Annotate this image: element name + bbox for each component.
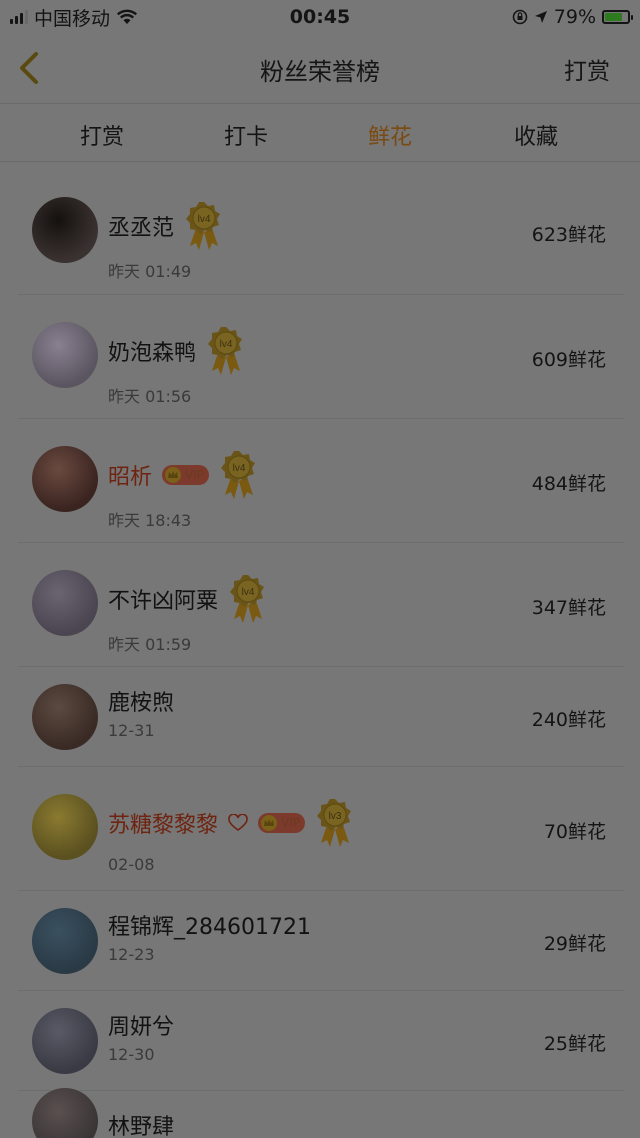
battery-level xyxy=(605,13,623,21)
flower-count: 609鲜花 xyxy=(531,349,606,371)
timestamp: 02-08 xyxy=(108,855,155,874)
orientation-lock-icon xyxy=(512,9,528,25)
nav-bar: 粉丝荣誉榜 打赏 xyxy=(0,34,640,104)
name-line: 林野肆 xyxy=(108,1109,174,1138)
fan-name[interactable]: 鹿桉煦 xyxy=(108,685,174,717)
timestamp: 昨天 01:56 xyxy=(108,387,192,406)
fan-name[interactable]: 林野肆 xyxy=(108,1109,174,1138)
level-medal-icon: lv3 xyxy=(317,799,351,847)
timestamp: 昨天 01:59 xyxy=(108,635,192,654)
fan-name[interactable]: 程锦辉_284601721 xyxy=(108,909,311,941)
fan-row[interactable]: 苏糖黎黎黎 VIP lv3 02-08 70鲜花 xyxy=(18,766,624,890)
avatar[interactable] xyxy=(32,684,98,750)
tab-tip[interactable]: 打赏 xyxy=(80,119,124,151)
battery-icon xyxy=(602,10,633,24)
avatar[interactable] xyxy=(32,908,98,974)
medal-level-label: lv4 xyxy=(198,214,211,225)
fan-list: 丞丞范 lv4 昨天 01:49 623鲜花奶泡森鸭 lv4 昨天 01:56 60… xyxy=(18,170,624,1138)
name-line: 周妍兮 xyxy=(108,1009,174,1041)
location-icon xyxy=(534,11,547,23)
crown-icon xyxy=(165,467,182,483)
medal-level-label: lv4 xyxy=(242,587,255,598)
heart-icon xyxy=(228,814,248,831)
fan-name[interactable]: 昭析 xyxy=(108,459,152,491)
carrier-label: 中国移动 xyxy=(34,7,111,30)
vip-label: VIP xyxy=(185,468,204,482)
status-bar: 中国移动 00:45 79% xyxy=(0,0,640,34)
avatar[interactable] xyxy=(32,794,98,860)
fan-row[interactable]: 奶泡森鸭 lv4 昨天 01:56 609鲜花 xyxy=(18,294,624,418)
flower-count: 25鲜花 xyxy=(543,1033,606,1055)
name-line: 丞丞范 lv4 xyxy=(108,200,224,252)
vip-label: VIP xyxy=(281,816,300,830)
level-medal-icon: lv4 xyxy=(221,451,255,499)
tab-flowers[interactable]: 鲜花 xyxy=(368,119,412,151)
avatar[interactable] xyxy=(32,570,98,636)
fan-row[interactable]: 林野肆 xyxy=(18,1088,624,1138)
name-line: 不许凶阿粟 lv4 xyxy=(108,573,268,625)
medal-level-label: lv4 xyxy=(233,463,246,474)
flower-count: 70鲜花 xyxy=(543,821,606,843)
fan-row[interactable]: 不许凶阿粟 lv4 昨天 01:59 347鲜花 xyxy=(18,542,624,666)
fan-name[interactable]: 苏糖黎黎黎 xyxy=(108,807,218,839)
tab-collect[interactable]: 收藏 xyxy=(514,119,558,151)
name-line: 苏糖黎黎黎 VIP lv3 xyxy=(108,797,355,849)
fan-row[interactable]: 程锦辉_284601721 12-23 29鲜花 xyxy=(18,890,624,990)
name-line: 奶泡森鸭 lv4 xyxy=(108,325,246,377)
flower-count: 29鲜花 xyxy=(543,933,606,955)
timestamp: 12-30 xyxy=(108,1045,155,1064)
level-medal-icon: lv4 xyxy=(186,202,221,250)
name-line: 程锦辉_284601721 xyxy=(108,909,311,941)
vip-badge: VIP xyxy=(162,465,209,485)
flower-count: 623鲜花 xyxy=(531,224,606,246)
status-right: 79% xyxy=(512,6,633,28)
medal-level-label: lv4 xyxy=(220,339,233,350)
timestamp: 12-23 xyxy=(108,945,155,964)
avatar[interactable] xyxy=(32,322,98,388)
fan-name[interactable]: 不许凶阿粟 xyxy=(108,583,218,615)
tab-checkin[interactable]: 打卡 xyxy=(224,119,268,151)
level-medal-icon: lv4 xyxy=(208,327,243,375)
avatar[interactable] xyxy=(32,1088,98,1138)
fan-row[interactable]: 周妍兮 12-30 25鲜花 xyxy=(18,990,624,1090)
status-left: 中国移动 xyxy=(10,4,138,31)
crown-icon xyxy=(261,815,278,831)
page-title: 粉丝荣誉榜 xyxy=(260,58,380,86)
fan-row[interactable]: 鹿桉煦 12-31 240鲜花 xyxy=(18,666,624,766)
flower-count: 347鲜花 xyxy=(531,597,606,619)
tab-bar: 打赏 打卡 鲜花 收藏 xyxy=(0,104,640,162)
timestamp: 昨天 01:49 xyxy=(108,262,192,281)
avatar[interactable] xyxy=(32,446,98,512)
tip-button[interactable]: 打赏 xyxy=(564,52,610,86)
avatar[interactable] xyxy=(32,1008,98,1074)
fan-row[interactable]: 丞丞范 lv4 昨天 01:49 623鲜花 xyxy=(18,170,624,294)
timestamp: 昨天 18:43 xyxy=(108,511,192,530)
vip-badge: VIP xyxy=(258,813,305,833)
avatar[interactable] xyxy=(32,197,98,263)
name-line: 昭析 VIP lv4 xyxy=(108,449,259,501)
cellular-signal-icon xyxy=(10,10,28,24)
battery-percent: 79% xyxy=(553,6,596,28)
flower-count: 240鲜花 xyxy=(531,709,606,731)
wifi-icon xyxy=(116,9,138,24)
medal-level-label: lv3 xyxy=(329,811,342,822)
fan-row[interactable]: 昭析 VIP lv4 昨天 18:43 484鲜花 xyxy=(18,418,624,542)
flower-count: 484鲜花 xyxy=(531,473,606,495)
timestamp: 12-31 xyxy=(108,721,155,740)
fan-name[interactable]: 丞丞范 xyxy=(108,210,174,242)
name-line: 鹿桉煦 xyxy=(108,685,174,717)
level-medal-icon: lv4 xyxy=(230,575,265,623)
fan-name[interactable]: 奶泡森鸭 xyxy=(108,335,196,367)
fan-name[interactable]: 周妍兮 xyxy=(108,1009,174,1041)
